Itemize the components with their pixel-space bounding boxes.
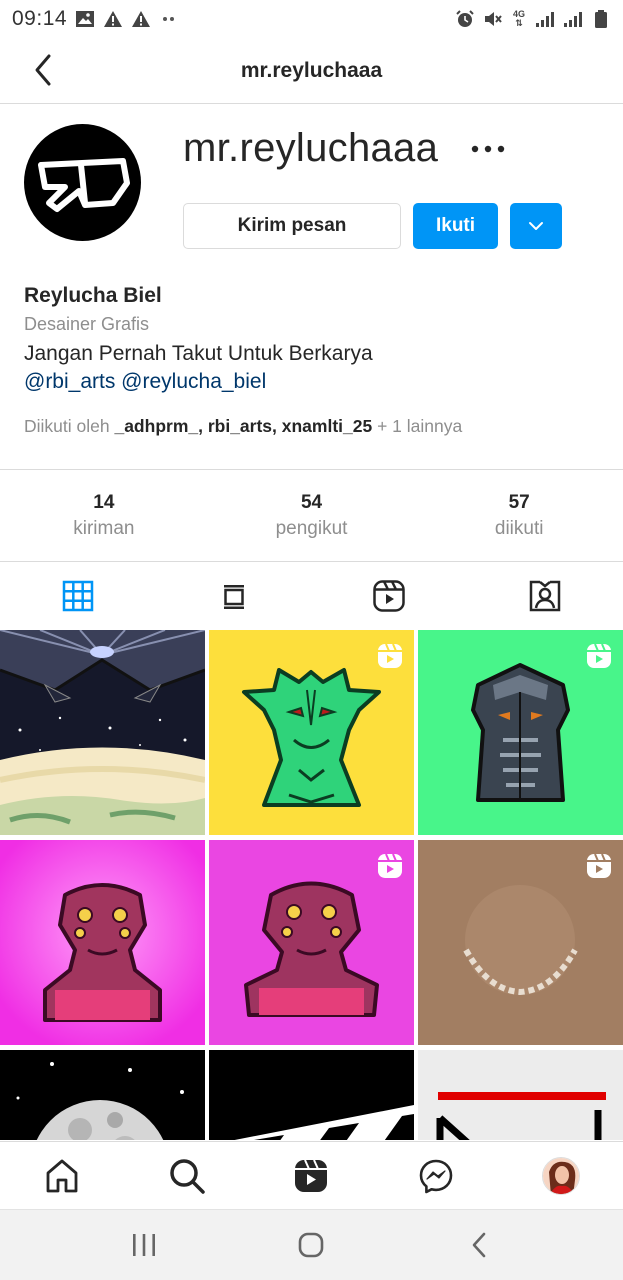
profile-username: mr.reyluchaaa bbox=[183, 126, 439, 170]
stat-followers-count: 54 bbox=[300, 491, 323, 513]
nav-home[interactable] bbox=[0, 1158, 125, 1194]
post-tile[interactable] bbox=[418, 840, 623, 1045]
logo-sketch-artwork bbox=[418, 1050, 623, 1140]
back-system-button[interactable] bbox=[454, 1225, 504, 1265]
grid-icon bbox=[62, 580, 94, 612]
nav-reels[interactable] bbox=[249, 1158, 374, 1194]
stat-posts-count: 14 bbox=[93, 491, 115, 513]
bio-category: Desainer Grafis bbox=[24, 314, 150, 334]
profile-avatar bbox=[541, 1156, 580, 1195]
page-title: mr.reyluchaaa bbox=[240, 58, 383, 82]
pink-alien-artwork bbox=[0, 840, 205, 1045]
profile-bio: Reylucha Biel Desainer Grafis Jangan Per… bbox=[24, 284, 604, 400]
status-right: 4G ⇅ bbox=[455, 9, 611, 29]
stat-followers[interactable]: 54 pengikut bbox=[208, 470, 416, 561]
post-tile[interactable] bbox=[209, 630, 414, 835]
status-time: 09:14 bbox=[12, 7, 68, 30]
follow-button[interactable]: Ikuti bbox=[413, 203, 498, 249]
signal-icon bbox=[535, 9, 555, 29]
tab-grid[interactable] bbox=[0, 562, 156, 630]
bottom-nav bbox=[0, 1141, 623, 1209]
profile-actions: Kirim pesan Ikuti bbox=[183, 203, 562, 249]
stat-following[interactable]: 57 diikuti bbox=[415, 470, 623, 561]
more-dots-icon bbox=[159, 9, 179, 29]
system-nav-bar bbox=[0, 1209, 623, 1280]
warning-icon bbox=[103, 9, 123, 29]
followed-by-users: _adhprm_, rbi_arts, xnamlti_25 bbox=[114, 416, 373, 436]
top-nav: mr.reyluchaaa bbox=[0, 38, 623, 104]
nav-search[interactable] bbox=[125, 1157, 250, 1195]
recents-button[interactable] bbox=[119, 1225, 169, 1265]
profile-stats: 14 kiriman 54 pengikut 57 diikuti bbox=[0, 469, 623, 562]
guide-icon bbox=[223, 585, 244, 609]
alarm-icon bbox=[455, 9, 475, 29]
message-button[interactable]: Kirim pesan bbox=[183, 203, 401, 249]
tab-guides[interactable] bbox=[156, 562, 312, 630]
bio-text: Jangan Pernah Takut Untuk Berkarya bbox=[24, 342, 373, 365]
warning-icon bbox=[131, 9, 151, 29]
suggested-accounts-button[interactable] bbox=[510, 203, 562, 249]
profile-tabs bbox=[0, 562, 623, 630]
battery-icon bbox=[591, 9, 611, 29]
reels-icon bbox=[295, 1159, 328, 1192]
followed-by-suffix: + 1 lainnya bbox=[372, 416, 463, 436]
post-tile[interactable] bbox=[0, 840, 205, 1045]
bio-mentions[interactable]: @rbi_arts @reylucha_biel bbox=[24, 370, 604, 400]
moon-artwork bbox=[0, 1050, 205, 1140]
profile-header: mr.reyluchaaa Kirim pesan Ikuti bbox=[0, 104, 623, 264]
back-button[interactable] bbox=[24, 52, 60, 88]
space-station-artwork bbox=[0, 630, 205, 835]
post-tile[interactable] bbox=[209, 1050, 414, 1140]
bio-full-name: Reylucha Biel bbox=[24, 284, 162, 307]
stat-following-count: 57 bbox=[508, 491, 530, 513]
stat-following-label: diikuti bbox=[494, 517, 544, 539]
reel-badge-icon bbox=[378, 643, 402, 668]
stat-posts-label: kiriman bbox=[73, 517, 135, 539]
home-icon bbox=[46, 1159, 78, 1192]
user-photo-icon bbox=[542, 1157, 579, 1194]
messenger-icon bbox=[419, 1159, 453, 1193]
nav-profile[interactable] bbox=[498, 1156, 623, 1195]
home-system-button[interactable] bbox=[286, 1225, 336, 1265]
stat-followers-label: pengikut bbox=[275, 517, 348, 539]
back-arrow-icon bbox=[35, 54, 51, 86]
post-tile[interactable] bbox=[0, 630, 205, 835]
search-icon bbox=[170, 1158, 205, 1194]
tab-tagged[interactable] bbox=[467, 562, 623, 630]
reel-badge-icon bbox=[587, 853, 611, 878]
post-tile[interactable] bbox=[209, 840, 414, 1045]
chevron-down-icon bbox=[529, 222, 543, 230]
nav-messenger[interactable] bbox=[374, 1158, 499, 1194]
reels-icon bbox=[373, 580, 406, 612]
image-icon bbox=[75, 9, 95, 29]
recents-icon bbox=[132, 1234, 155, 1256]
reel-badge-icon bbox=[587, 643, 611, 668]
more-options-button[interactable] bbox=[468, 134, 508, 164]
status-bar: 09:14 4G ⇅ bbox=[0, 0, 623, 38]
clapperboard-artwork bbox=[209, 1050, 414, 1140]
posts-grid bbox=[0, 630, 623, 1140]
post-tile[interactable] bbox=[0, 1050, 205, 1140]
mute-icon bbox=[483, 9, 503, 29]
signal-icon bbox=[563, 9, 583, 29]
stat-posts[interactable]: 14 kiriman bbox=[0, 470, 208, 561]
post-tile[interactable] bbox=[418, 1050, 623, 1140]
followed-by-prefix: Diikuti oleh bbox=[24, 416, 115, 436]
status-left: 09:14 bbox=[12, 7, 179, 31]
more-horizontal-icon bbox=[471, 145, 505, 153]
4g-icon: 4G ⇅ bbox=[512, 9, 525, 28]
rb-logo-icon bbox=[37, 157, 130, 212]
home-circle-icon bbox=[299, 1232, 324, 1258]
post-tile[interactable] bbox=[418, 630, 623, 835]
reel-badge-icon bbox=[378, 853, 402, 878]
followed-by[interactable]: Diikuti oleh _adhprm_, rbi_arts, xnamlti… bbox=[24, 416, 462, 437]
tagged-icon bbox=[529, 580, 561, 612]
tab-reels[interactable] bbox=[312, 562, 468, 630]
back-chevron-icon bbox=[472, 1232, 486, 1258]
profile-avatar[interactable] bbox=[24, 124, 141, 241]
